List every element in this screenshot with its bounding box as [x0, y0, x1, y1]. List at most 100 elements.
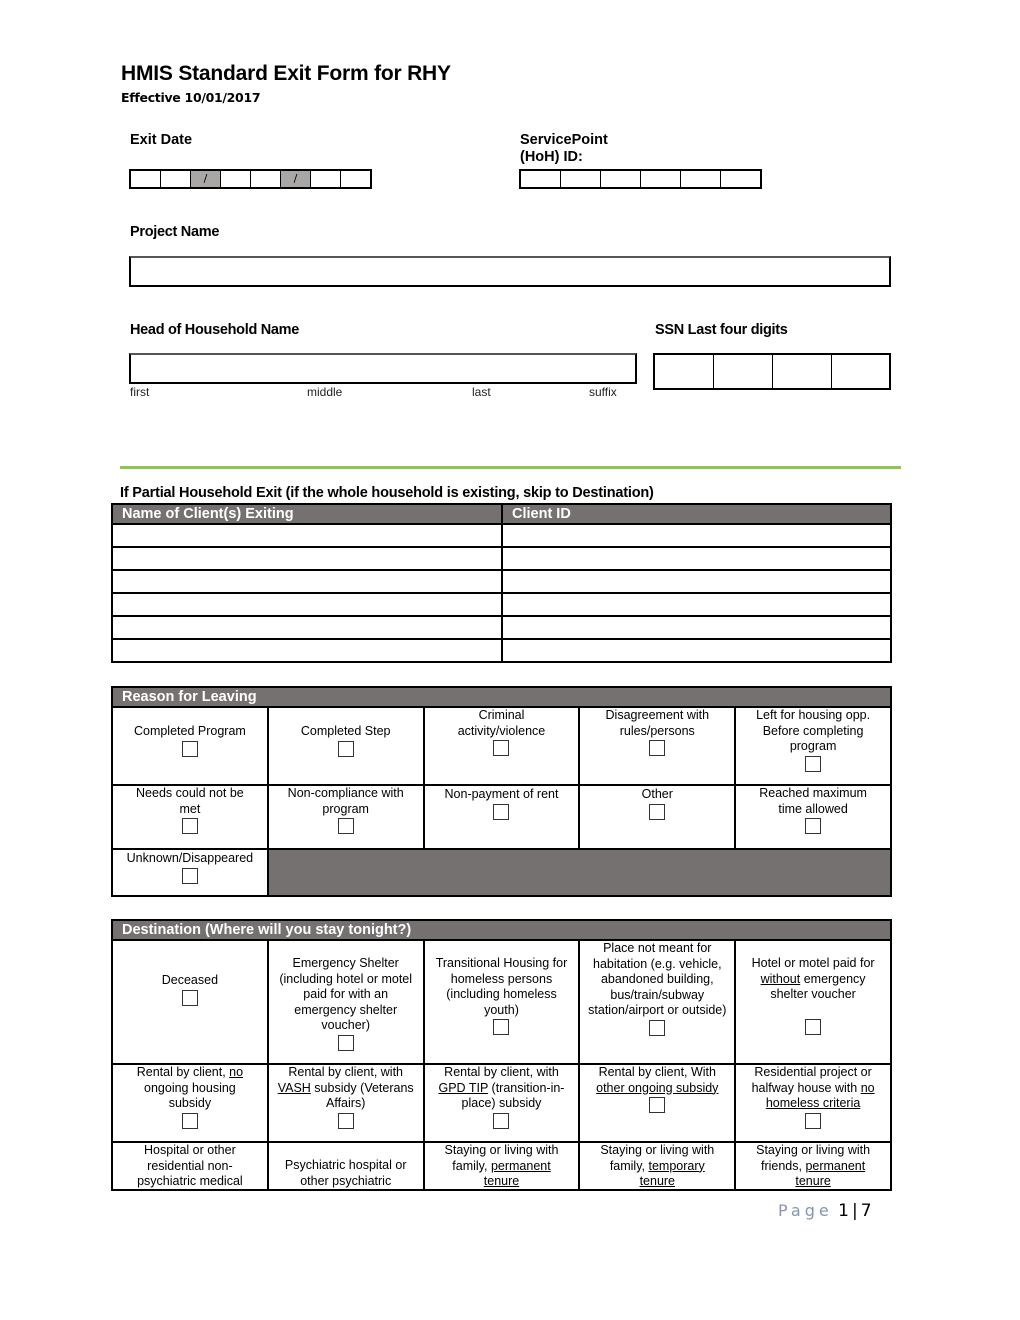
destination-option-rental-vash[interactable]: Rental by client, with VASH subsidy (Vet…	[266, 1063, 425, 1143]
destination-option-friends-permanent[interactable]: Staying or living with friends, permanen…	[734, 1141, 892, 1191]
ssn-digit-box[interactable]	[714, 355, 773, 388]
client-id-cell[interactable]	[501, 615, 892, 640]
destination-option-transitional-housing[interactable]: Transitional Housing for homeless person…	[422, 939, 581, 1065]
client-name-cell[interactable]	[111, 615, 503, 640]
empty-shaded-area	[266, 848, 893, 897]
last-name-sublabel: last	[472, 385, 491, 399]
checkbox[interactable]	[805, 818, 822, 834]
id-digit-box[interactable]	[681, 171, 721, 187]
checkbox[interactable]	[493, 1019, 510, 1035]
hoh-name-input[interactable]	[129, 353, 637, 384]
reason-option-criminal-activity[interactable]: Criminal activity/violence	[422, 706, 581, 786]
option-label: Staying or living with friends, permanen…	[756, 1143, 871, 1188]
client-name-cell[interactable]	[111, 592, 503, 617]
destination-option-rental-gpd-tip[interactable]: Rental by client, with GPD TIP (transiti…	[422, 1063, 581, 1143]
reason-option-needs-not-met[interactable]: Needs could not be met	[111, 784, 269, 850]
reason-option-non-compliance[interactable]: Non-compliance with program	[266, 784, 425, 850]
checkbox[interactable]	[805, 1112, 822, 1129]
reason-option-left-for-housing[interactable]: Left for housing opp. Before completing …	[734, 706, 892, 786]
destination-option-place-not-meant[interactable]: Place not meant for habitation (e.g. veh…	[578, 939, 737, 1065]
option-label: Left for housing opp. Before completing …	[756, 708, 871, 753]
checkbox[interactable]	[181, 867, 198, 884]
checkbox[interactable]	[649, 740, 666, 756]
checkbox[interactable]	[493, 1112, 510, 1129]
exit-date-digit-box[interactable]	[251, 171, 281, 187]
servicepoint-id-field[interactable]	[519, 169, 762, 189]
checkbox[interactable]	[805, 755, 822, 772]
destination-option-rental-no-subsidy[interactable]: Rental by client, no ongoing housing sub…	[111, 1063, 269, 1143]
destination-option-emergency-shelter[interactable]: Emergency Shelter (including hotel or mo…	[266, 939, 425, 1065]
checkbox[interactable]	[493, 803, 510, 820]
exit-date-digit-box[interactable]	[131, 171, 161, 187]
id-digit-box[interactable]	[521, 171, 561, 187]
option-label: Deceased	[161, 973, 219, 987]
checkbox[interactable]	[649, 1097, 666, 1113]
client-id-cell[interactable]	[501, 569, 892, 594]
exit-date-field[interactable]: / /	[129, 169, 372, 189]
option-label: Rental by client, With other ongoing sub…	[596, 1065, 719, 1095]
ssn-digit-box[interactable]	[832, 355, 889, 388]
checkbox[interactable]	[337, 1034, 354, 1051]
exit-date-digit-box[interactable]	[221, 171, 251, 187]
client-name-cell[interactable]	[111, 523, 503, 548]
project-name-label: Project Name	[130, 224, 220, 240]
option-label: Non-compliance with program	[287, 786, 404, 816]
ssn-field[interactable]	[653, 353, 891, 390]
exit-date-digit-box[interactable]	[161, 171, 191, 187]
destination-option-hospital[interactable]: Hospital or other residential non-psychi…	[111, 1141, 269, 1191]
checkbox[interactable]	[649, 1019, 666, 1036]
reason-option-non-payment[interactable]: Non-payment of rent	[422, 784, 581, 850]
destination-option-hotel-without-voucher[interactable]: Hotel or motel paid for without emergenc…	[734, 939, 892, 1065]
client-name-cell[interactable]	[111, 569, 503, 594]
column-header-client-id: Client ID	[501, 503, 892, 525]
reason-option-disagreement[interactable]: Disagreement with rules/persons	[578, 706, 737, 786]
client-id-cell[interactable]	[501, 638, 892, 663]
option-label: Unknown/Disappeared	[126, 851, 254, 865]
destination-option-family-permanent[interactable]: Staying or living with family, permanent…	[422, 1141, 581, 1191]
suffix-sublabel: suffix	[589, 385, 617, 399]
partial-exit-table: Name of Client(s) Exiting Client ID	[111, 503, 892, 663]
date-separator: /	[191, 171, 221, 187]
ssn-digit-box[interactable]	[655, 355, 714, 388]
checkbox[interactable]	[337, 740, 354, 757]
reason-option-max-time[interactable]: Reached maximum time allowed	[734, 784, 892, 850]
reason-option-completed-program[interactable]: Completed Program	[111, 706, 269, 786]
checkbox[interactable]	[181, 818, 198, 834]
exit-date-digit-box[interactable]	[341, 171, 370, 187]
checkbox[interactable]	[181, 1112, 198, 1129]
checkbox[interactable]	[493, 740, 510, 756]
destination-option-deceased[interactable]: Deceased	[111, 939, 269, 1065]
exit-date-digit-box[interactable]	[311, 171, 341, 187]
client-id-cell[interactable]	[501, 546, 892, 571]
client-name-cell[interactable]	[111, 546, 503, 571]
destination-option-psychiatric[interactable]: Psychiatric hospital or other psychiatri…	[266, 1141, 425, 1191]
client-name-cell[interactable]	[111, 638, 503, 663]
checkbox[interactable]	[337, 1112, 354, 1129]
id-digit-box[interactable]	[561, 171, 601, 187]
client-id-cell[interactable]	[501, 523, 892, 548]
option-label: Completed Program	[133, 724, 246, 738]
reason-option-unknown[interactable]: Unknown/Disappeared	[111, 848, 269, 897]
checkbox[interactable]	[805, 1018, 822, 1035]
destination-table: Destination (Where will you stay tonight…	[111, 919, 892, 1191]
id-digit-box[interactable]	[601, 171, 641, 187]
checkbox[interactable]	[181, 989, 198, 1006]
checkbox[interactable]	[649, 803, 666, 820]
reason-option-other[interactable]: Other	[578, 784, 737, 850]
checkbox[interactable]	[337, 818, 354, 834]
option-label: Transitional Housing for homeless person…	[435, 956, 568, 1017]
id-digit-box[interactable]	[641, 171, 681, 187]
id-digit-box[interactable]	[721, 171, 760, 187]
client-id-cell[interactable]	[501, 592, 892, 617]
destination-option-rental-other-subsidy[interactable]: Rental by client, With other ongoing sub…	[578, 1063, 737, 1143]
option-label: Residential project or halfway house wit…	[751, 1065, 875, 1110]
ssn-digit-box[interactable]	[773, 355, 832, 388]
reason-option-completed-step[interactable]: Completed Step	[266, 706, 425, 786]
option-label: Rental by client, with VASH subsidy (Vet…	[277, 1065, 414, 1110]
project-name-input[interactable]	[129, 256, 891, 287]
checkbox[interactable]	[181, 740, 198, 757]
destination-option-family-temporary[interactable]: Staying or living with family, temporary…	[578, 1141, 737, 1191]
destination-option-residential-project[interactable]: Residential project or halfway house wit…	[734, 1063, 892, 1143]
table-row	[111, 546, 892, 571]
section-divider	[120, 466, 901, 469]
